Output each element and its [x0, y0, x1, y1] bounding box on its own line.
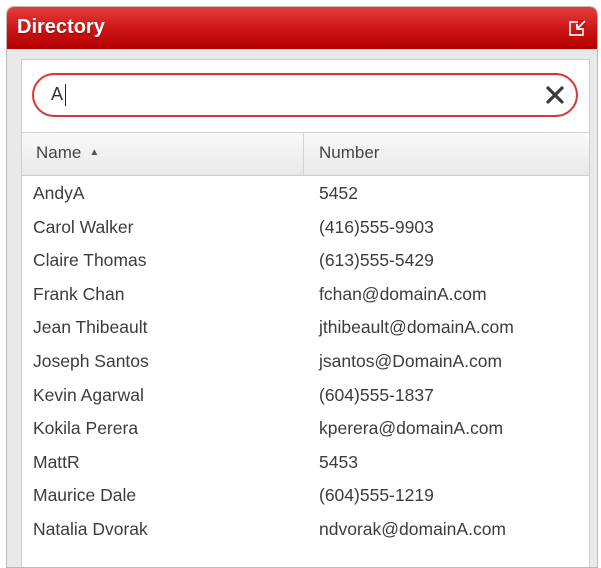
column-header-number[interactable]: Number	[319, 143, 379, 163]
contact-name: Joseph Santos	[33, 350, 149, 371]
contact-number: (604)555-1219	[319, 485, 434, 506]
close-icon[interactable]	[544, 84, 566, 106]
table-row[interactable]: Claire Thomas (613)555-5429	[22, 245, 589, 279]
contact-number: fchan@domainA.com	[319, 283, 487, 304]
directory-content: A Name ▲ Number AndyA 5452 Carol Walker (	[21, 59, 590, 567]
text-cursor	[65, 84, 66, 106]
contact-name: MattR	[33, 451, 80, 472]
contact-name: AndyA	[33, 183, 85, 203]
contact-number: (613)555-5429	[319, 250, 434, 271]
contact-number: 5452	[319, 183, 358, 203]
contact-name: Maurice Dale	[33, 485, 137, 506]
table-row[interactable]: Kokila Perera kperera@domainA.com	[22, 413, 589, 447]
sort-ascending-icon: ▲	[89, 147, 100, 158]
contact-name: Frank Chan	[33, 283, 125, 304]
contact-number: jthibeault@domainA.com	[319, 317, 514, 338]
contact-number: ndvorak@domainA.com	[319, 518, 507, 539]
contact-number: 5453	[319, 451, 358, 472]
popout-icon[interactable]	[569, 19, 587, 37]
contact-number: (604)555-1837	[319, 384, 434, 405]
table-row[interactable]: Carol Walker (416)555-9903	[22, 212, 589, 246]
contact-number: kperera@domainA.com	[319, 418, 504, 439]
table-row[interactable]: Frank Chan fchan@domainA.com	[22, 279, 589, 313]
contact-number: (416)555-9903	[319, 216, 434, 237]
table-row[interactable]: Kevin Agarwal (604)555-1837	[22, 380, 589, 414]
table-row[interactable]: Natalia Dvorak ndvorak@domainA.com	[22, 514, 589, 548]
title-bar: Directory	[7, 7, 597, 49]
table-row[interactable]: MattR 5453	[22, 447, 589, 481]
contact-name: Natalia Dvorak	[33, 518, 148, 539]
column-divider[interactable]	[303, 133, 304, 175]
contact-name: Claire Thomas	[33, 250, 147, 271]
directory-list: AndyA 5452 Carol Walker (416)555-9903 Cl…	[22, 178, 589, 548]
column-header-name-label: Name	[36, 143, 82, 162]
table-header: Name ▲ Number	[22, 132, 589, 176]
window-title: Directory	[17, 16, 105, 38]
table-row[interactable]: AndyA 5452	[22, 178, 589, 212]
contact-name: Carol Walker	[33, 216, 134, 237]
table-row[interactable]: Maurice Dale (604)555-1219	[22, 480, 589, 514]
contact-name: Kevin Agarwal	[33, 384, 144, 405]
column-header-name[interactable]: Name ▲	[36, 143, 99, 163]
search-field[interactable]: A	[32, 73, 578, 117]
contact-number: jsantos@DomainA.com	[319, 350, 503, 371]
table-row[interactable]: Jean Thibeault jthibeault@domainA.com	[22, 312, 589, 346]
contact-name: Kokila Perera	[33, 418, 139, 439]
contact-name: Jean Thibeault	[33, 317, 148, 338]
table-row[interactable]: Joseph Santos jsantos@DomainA.com	[22, 346, 589, 380]
directory-window: Directory A Name ▲ Number AndyA 5452 Car…	[6, 6, 598, 568]
search-input-value: A	[51, 84, 64, 104]
